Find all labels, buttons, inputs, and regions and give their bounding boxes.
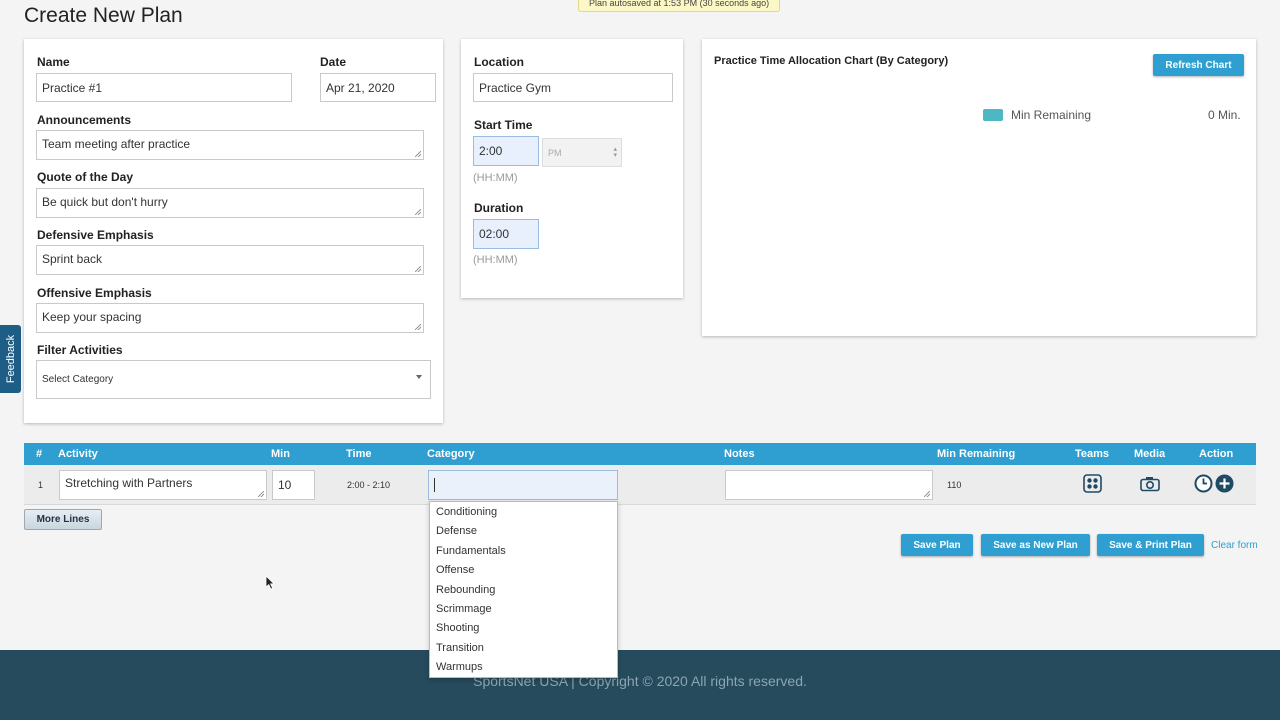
location-input[interactable]: Practice Gym bbox=[473, 73, 673, 102]
legend-label: Min Remaining bbox=[1011, 108, 1092, 122]
col-time: Time bbox=[346, 448, 372, 460]
page-title: Create New Plan bbox=[24, 4, 183, 27]
category-option[interactable]: Transition bbox=[430, 639, 617, 658]
activity-input[interactable]: Stretching with Partners bbox=[59, 470, 267, 500]
announcements-input[interactable]: Team meeting after practice bbox=[36, 130, 424, 160]
row-number: 1 bbox=[38, 480, 44, 490]
offensive-label: Offensive Emphasis bbox=[37, 286, 152, 300]
ampm-value: PM bbox=[548, 147, 562, 158]
quote-input[interactable]: Be quick but don't hurry bbox=[36, 188, 424, 218]
col-num: # bbox=[36, 448, 43, 460]
ampm-select[interactable]: PM ▴ ▾ bbox=[542, 138, 622, 167]
notes-input[interactable] bbox=[725, 470, 933, 500]
refresh-chart-button[interactable]: Refresh Chart bbox=[1153, 54, 1244, 76]
save-as-new-plan-button[interactable]: Save as New Plan bbox=[981, 534, 1090, 556]
offensive-input[interactable]: Keep your spacing bbox=[36, 303, 424, 333]
chart-title: Practice Time Allocation Chart (By Categ… bbox=[714, 55, 949, 67]
quote-label: Quote of the Day bbox=[37, 170, 134, 184]
footer: SportsNet USA | Copyright © 2020 All rig… bbox=[0, 650, 1280, 720]
mouse-pointer-icon bbox=[265, 575, 275, 590]
feedback-label: Feedback bbox=[4, 334, 17, 384]
date-label: Date bbox=[320, 55, 347, 69]
date-input[interactable]: Apr 21, 2020 bbox=[320, 73, 436, 102]
clear-form-link[interactable]: Clear form bbox=[1211, 540, 1258, 551]
filter-label: Filter Activities bbox=[37, 343, 123, 357]
announcements-label: Announcements bbox=[37, 113, 132, 127]
save-print-plan-button[interactable]: Save & Print Plan bbox=[1097, 534, 1204, 556]
category-option[interactable]: Rebounding bbox=[430, 581, 617, 600]
category-option[interactable]: Scrimmage bbox=[430, 600, 617, 619]
category-input[interactable] bbox=[428, 470, 618, 500]
plus-circle-icon[interactable] bbox=[1215, 474, 1234, 493]
autosave-notice: Plan autosaved at 1:53 PM (30 seconds ag… bbox=[578, 0, 781, 12]
start-time-hint: (HH:MM) bbox=[473, 172, 518, 184]
name-input[interactable]: Practice #1 bbox=[36, 73, 292, 102]
legend-swatch bbox=[983, 109, 1003, 121]
filter-category-select[interactable]: Select Category bbox=[36, 360, 431, 399]
defensive-label: Defensive Emphasis bbox=[37, 228, 154, 242]
duration-input[interactable]: 02:00 bbox=[473, 219, 539, 249]
defensive-input[interactable]: Sprint back bbox=[36, 245, 424, 275]
col-category: Category bbox=[427, 448, 475, 460]
category-option[interactable]: Fundamentals bbox=[430, 542, 617, 561]
chart-card bbox=[702, 39, 1256, 336]
caret-down-icon bbox=[416, 375, 422, 379]
col-activity: Activity bbox=[58, 448, 98, 460]
category-option[interactable]: Conditioning bbox=[430, 503, 617, 522]
time-range: 2:00 - 2:10 bbox=[347, 480, 391, 490]
col-action: Action bbox=[1199, 448, 1234, 460]
min-input[interactable]: 10 bbox=[272, 470, 315, 500]
teams-icon[interactable] bbox=[1083, 474, 1102, 493]
col-teams: Teams bbox=[1075, 448, 1110, 460]
col-media: Media bbox=[1134, 448, 1166, 460]
category-dropdown: Conditioning Defense Fundamentals Offens… bbox=[429, 501, 618, 678]
filter-category-value: Select Category bbox=[42, 374, 114, 385]
duration-label: Duration bbox=[474, 201, 524, 215]
duration-hint: (HH:MM) bbox=[473, 254, 518, 266]
col-notes: Notes bbox=[724, 448, 755, 460]
clock-icon[interactable] bbox=[1194, 474, 1213, 493]
text-cursor bbox=[434, 478, 435, 492]
location-label: Location bbox=[474, 55, 524, 69]
category-option[interactable]: Warmups bbox=[430, 658, 617, 677]
save-plan-button[interactable]: Save Plan bbox=[901, 534, 973, 556]
col-min-remaining: Min Remaining bbox=[937, 448, 1016, 460]
legend-value: 0 Min. bbox=[1208, 108, 1241, 122]
updown-arrows-icon: ▴ ▾ bbox=[613, 146, 617, 159]
start-time-input[interactable]: 2:00 bbox=[473, 136, 539, 166]
footer-copyright: SportsNet USA | Copyright © 2020 All rig… bbox=[473, 673, 807, 689]
category-option[interactable]: Defense bbox=[430, 522, 617, 541]
col-min: Min bbox=[271, 448, 290, 460]
category-option[interactable]: Offense bbox=[430, 561, 617, 580]
start-time-label: Start Time bbox=[474, 118, 533, 132]
camera-icon[interactable] bbox=[1140, 476, 1160, 492]
feedback-tab[interactable]: Feedback bbox=[0, 325, 21, 393]
more-lines-button[interactable]: More Lines bbox=[24, 509, 102, 530]
min-remaining-value: 110 bbox=[947, 480, 962, 490]
activities-table-header: # Activity Min Time Category Notes Min R… bbox=[24, 443, 1256, 465]
category-option[interactable]: Shooting bbox=[430, 619, 617, 638]
name-label: Name bbox=[37, 55, 70, 69]
